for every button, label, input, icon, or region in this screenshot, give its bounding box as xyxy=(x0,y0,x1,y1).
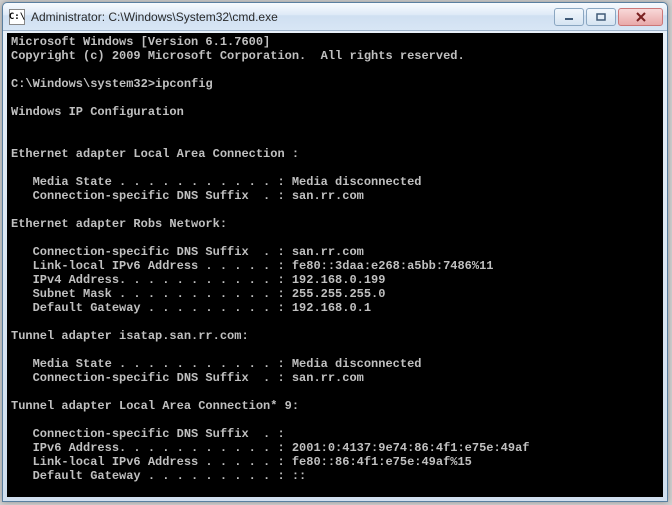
console-line: Media State . . . . . . . . . . . : Medi… xyxy=(11,175,659,189)
console-line: Tunnel adapter Local Area Connection* 9: xyxy=(11,399,659,413)
console-line xyxy=(11,91,659,105)
console-line: Default Gateway . . . . . . . . . : 192.… xyxy=(11,301,659,315)
console-line: Ethernet adapter Robs Network: xyxy=(11,217,659,231)
console-line xyxy=(11,133,659,147)
console-line: Default Gateway . . . . . . . . . : :: xyxy=(11,469,659,483)
console-line: Connection-specific DNS Suffix . : xyxy=(11,427,659,441)
console-line: Media State . . . . . . . . . . . : Medi… xyxy=(11,357,659,371)
console-line xyxy=(11,343,659,357)
console-line: IPv6 Address. . . . . . . . . . . : 2001… xyxy=(11,441,659,455)
window-controls xyxy=(552,8,663,26)
console-line: Copyright (c) 2009 Microsoft Corporation… xyxy=(11,49,659,63)
console-line: Microsoft Windows [Version 6.1.7600] xyxy=(11,35,659,49)
console-line: Connection-specific DNS Suffix . : san.r… xyxy=(11,371,659,385)
console-line xyxy=(11,413,659,427)
titlebar[interactable]: C:\ Administrator: C:\Windows\System32\c… xyxy=(3,3,667,31)
console-line: Connection-specific DNS Suffix . : san.r… xyxy=(11,245,659,259)
console-line: Subnet Mask . . . . . . . . . . . : 255.… xyxy=(11,287,659,301)
console-line xyxy=(11,231,659,245)
console-line: Tunnel adapter isatap.san.rr.com: xyxy=(11,329,659,343)
console-output[interactable]: Microsoft Windows [Version 6.1.7600]Copy… xyxy=(7,33,663,497)
minimize-button[interactable] xyxy=(554,8,584,26)
console-line xyxy=(11,203,659,217)
cmd-window: C:\ Administrator: C:\Windows\System32\c… xyxy=(2,2,668,502)
console-line: Connection-specific DNS Suffix . : san.r… xyxy=(11,189,659,203)
console-line xyxy=(11,63,659,77)
console-line: Ethernet adapter Local Area Connection : xyxy=(11,147,659,161)
console-line xyxy=(11,161,659,175)
maximize-button[interactable] xyxy=(586,8,616,26)
window-title: Administrator: C:\Windows\System32\cmd.e… xyxy=(31,10,552,24)
console-line xyxy=(11,385,659,399)
close-button[interactable] xyxy=(618,8,663,26)
console-line xyxy=(11,315,659,329)
console-line: Link-local IPv6 Address . . . . . : fe80… xyxy=(11,259,659,273)
prompt: C:\Windows\system32> xyxy=(11,77,155,91)
console-line: Link-local IPv6 Address . . . . . : fe80… xyxy=(11,455,659,469)
app-icon: C:\ xyxy=(9,9,25,25)
console-line xyxy=(11,483,659,497)
console-line: C:\Windows\system32>ipconfig xyxy=(11,77,659,91)
command: ipconfig xyxy=(155,77,213,91)
console-line xyxy=(11,119,659,133)
console-line: IPv4 Address. . . . . . . . . . . : 192.… xyxy=(11,273,659,287)
console-line: Windows IP Configuration xyxy=(11,105,659,119)
